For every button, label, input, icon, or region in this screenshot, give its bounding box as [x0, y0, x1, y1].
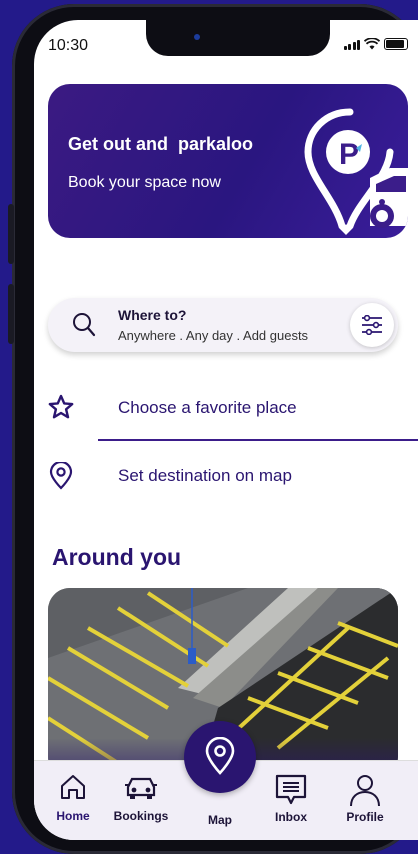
destination-map-row[interactable]: Set destination on map	[34, 452, 418, 498]
wifi-icon	[364, 38, 380, 50]
nav-home-label: Home	[56, 809, 90, 823]
divider	[98, 439, 418, 441]
nav-bookings[interactable]: Bookings	[106, 773, 176, 823]
search-subtitle: Anywhere . Any day . Add guests	[118, 328, 309, 343]
notch	[146, 20, 330, 56]
banner-title: Get out and parkaloo	[68, 134, 254, 154]
status-icons	[343, 38, 408, 50]
volume-up-button	[8, 204, 14, 264]
status-time: 10:30	[48, 37, 89, 54]
search-icon	[73, 313, 96, 337]
search-bar[interactable]: Where to? Anywhere . Any day . Add guest…	[48, 298, 398, 352]
svg-text:P: P	[339, 138, 359, 171]
filter-icon	[362, 315, 382, 335]
nav-inbox[interactable]: Inbox	[256, 773, 326, 824]
banner-subtitle: Book your space now	[68, 174, 221, 191]
destination-map-label: Set destination on map	[118, 466, 292, 485]
home-icon	[61, 775, 85, 799]
map-fab-button[interactable]	[184, 721, 256, 793]
star-icon	[48, 394, 74, 419]
nav-home[interactable]: Home	[38, 773, 108, 823]
location-pin-icon	[49, 462, 73, 490]
battery-icon	[384, 38, 408, 50]
around-you-title: Around you	[52, 544, 182, 570]
nav-profile-label: Profile	[346, 810, 384, 824]
nav-map-label[interactable]: Map	[184, 813, 256, 827]
bottom-nav: Home Bookings Map Inbox Profile	[34, 721, 418, 840]
nav-inbox-label: Inbox	[275, 810, 307, 824]
filter-button[interactable]	[350, 303, 394, 347]
nav-profile[interactable]: Profile	[330, 773, 400, 824]
parkaloo-logo-icon: P	[304, 108, 408, 235]
map-pin-icon	[205, 737, 235, 775]
profile-icon	[350, 775, 380, 807]
favorite-place-row[interactable]: Choose a favorite place	[34, 384, 418, 430]
signal-icon	[343, 40, 360, 50]
camera	[194, 34, 200, 40]
promo-banner[interactable]: Get out and parkaloo Book your space now…	[48, 84, 408, 238]
search-title: Where to?	[118, 307, 187, 323]
app-screen: 10:30 Get out and parkaloo Book your spa…	[34, 20, 418, 840]
car-icon	[125, 777, 157, 799]
inbox-icon	[275, 774, 307, 805]
favorite-place-label: Choose a favorite place	[118, 398, 297, 417]
nav-bookings-label: Bookings	[113, 809, 169, 823]
volume-down-button	[8, 284, 14, 344]
